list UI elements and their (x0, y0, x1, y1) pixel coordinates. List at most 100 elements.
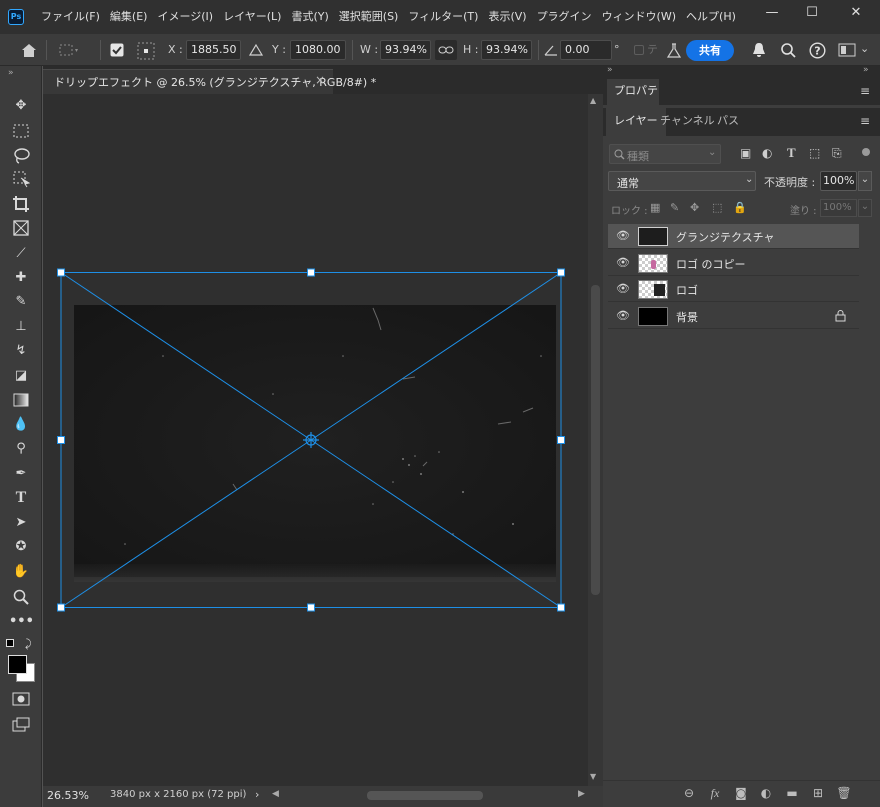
new-layer-icon[interactable]: ⊞ (809, 784, 827, 802)
share-button[interactable]: 共有 (686, 40, 734, 61)
filter-shape-layer-icon[interactable]: ⬚ (809, 146, 820, 160)
menu-file[interactable]: ファイル(F) (36, 0, 105, 34)
filter-toggle-icon[interactable] (862, 148, 870, 156)
layer-row-logo[interactable]: 👁 ロゴ (608, 277, 859, 302)
toolbar-collapse-icon[interactable]: » (8, 68, 14, 78)
eraser-tool-icon[interactable]: ◪ (9, 365, 33, 387)
layer-row-background[interactable]: 👁 背景 (608, 304, 859, 329)
marquee-tool-icon[interactable] (13, 124, 29, 138)
status-info-arrow-icon[interactable]: › (255, 788, 259, 801)
edit-toolbar-icon[interactable]: ••• (9, 611, 34, 633)
delete-layer-trash-icon[interactable]: 🗑 (835, 784, 853, 802)
width-input[interactable]: 93.94% (380, 40, 431, 60)
screen-mode-icon[interactable] (12, 717, 30, 733)
quick-mask-icon[interactable] (12, 692, 30, 706)
brush-tool-icon[interactable]: ✎ (9, 291, 33, 313)
close-window-button[interactable]: ✕ (836, 0, 876, 26)
lab-flask-icon[interactable] (667, 43, 681, 59)
filter-adjustment-layer-icon[interactable]: ◐ (762, 146, 772, 160)
menu-edit[interactable]: 編集(E) (105, 0, 153, 34)
scroll-down-arrow-icon[interactable]: ▼ (590, 772, 596, 781)
panel-collapse-right-icon[interactable]: » (863, 65, 869, 75)
interpolation-checkbox[interactable] (634, 45, 644, 55)
history-brush-tool-icon[interactable]: ↯ (9, 340, 33, 362)
menu-layer[interactable]: レイヤー(L) (218, 0, 286, 34)
scroll-up-arrow-icon[interactable]: ▲ (590, 96, 596, 105)
dodge-tool-icon[interactable]: ⚲ (9, 438, 33, 460)
eyedropper-tool-icon[interactable]: ⟋ (9, 243, 33, 265)
lock-transparent-pixels-icon[interactable]: ▦ (650, 201, 660, 214)
crop-tool-icon[interactable] (12, 195, 30, 213)
foreground-color-swatch[interactable] (8, 655, 27, 674)
new-group-folder-icon[interactable]: ▬ (783, 784, 801, 802)
opacity-chevron-down-icon[interactable]: ⌄ (858, 171, 872, 191)
help-icon[interactable]: ? (809, 42, 826, 59)
workspace-switcher-icon[interactable] (838, 43, 856, 57)
vertical-scroll-thumb[interactable] (591, 285, 600, 595)
add-mask-icon[interactable]: ◙ (732, 784, 750, 802)
relative-position-icon[interactable] (249, 43, 263, 57)
visibility-eye-icon[interactable]: 👁 (616, 309, 630, 323)
transform-tool-preset-icon[interactable] (58, 42, 80, 58)
layer-filter-dropdown[interactable]: 種類 ⌄ (609, 144, 721, 164)
type-tool-icon[interactable]: T (9, 487, 33, 509)
search-icon[interactable] (780, 42, 796, 58)
lock-artboard-icon[interactable]: ⬚ (712, 201, 722, 214)
filter-pixel-layer-icon[interactable]: ▣ (740, 146, 751, 160)
healing-brush-tool-icon[interactable]: ✚ (9, 267, 33, 289)
menu-select[interactable]: 選択範囲(S) (334, 0, 404, 34)
panel-collapse-left-icon[interactable]: » (607, 65, 613, 75)
menu-filter[interactable]: フィルター(T) (403, 0, 483, 34)
hand-tool-icon[interactable]: ✋ (9, 561, 33, 583)
visibility-eye-icon[interactable]: 👁 (616, 229, 630, 243)
home-icon[interactable] (20, 42, 38, 58)
layer-lock-icon[interactable] (835, 310, 846, 322)
menu-plugins[interactable]: プラグイン (532, 0, 597, 34)
visibility-eye-icon[interactable]: 👁 (616, 282, 630, 296)
menu-view[interactable]: 表示(V) (483, 0, 531, 34)
clone-stamp-tool-icon[interactable]: ⊥ (9, 316, 33, 338)
menu-image[interactable]: イメージ(I) (152, 0, 218, 34)
tab-properties[interactable]: プロパティ (607, 79, 659, 121)
x-position-input[interactable]: 1885.50 px (186, 40, 241, 60)
link-layers-icon[interactable]: ⊖ (680, 784, 698, 802)
rotation-angle-input[interactable]: 0.00 (560, 40, 612, 60)
zoom-level[interactable]: 26.53% (47, 789, 89, 802)
height-input[interactable]: 93.94% (481, 40, 532, 60)
visibility-eye-icon[interactable]: 👁 (616, 256, 630, 270)
fill-input[interactable]: 100% (820, 199, 857, 217)
layer-style-fx-icon[interactable]: fx (706, 784, 724, 802)
default-colors-icon[interactable] (6, 639, 14, 647)
notifications-bell-icon[interactable] (751, 42, 767, 58)
properties-panel-menu-icon[interactable]: ≡ (860, 84, 870, 98)
lock-position-icon[interactable]: ✥ (690, 201, 699, 214)
link-aspect-button[interactable] (435, 40, 457, 60)
filter-type-layer-icon[interactable]: T (787, 145, 796, 161)
document-tab[interactable]: ドリップエフェクト @ 26.5% (グランジテクスチャ, RGB/8#) * … (43, 69, 376, 94)
reference-point-grid-icon[interactable] (137, 42, 155, 60)
blur-tool-icon[interactable]: 💧 (9, 414, 33, 436)
document-tab-close-icon[interactable]: × (315, 73, 325, 87)
frame-tool-icon[interactable] (13, 220, 29, 236)
zoom-tool-icon[interactable] (13, 589, 29, 605)
tab-paths[interactable]: パス (709, 108, 747, 136)
menu-type[interactable]: 書式(Y) (286, 0, 333, 34)
pen-tool-icon[interactable]: ✒ (9, 463, 33, 485)
hscroll-left-arrow-icon[interactable]: ◀ (272, 789, 279, 799)
layer-row-logo-copy[interactable]: 👁 ロゴ のコピー (608, 251, 859, 276)
blend-mode-dropdown[interactable]: 通常 ⌄ (608, 171, 756, 191)
swap-colors-icon[interactable]: ⤸ (25, 637, 32, 651)
new-adjustment-layer-icon[interactable]: ◐ (757, 784, 775, 802)
opacity-input[interactable]: 100% (820, 171, 857, 191)
horizontal-scroll-thumb[interactable] (367, 791, 483, 800)
filter-smart-object-icon[interactable]: ⎘ (832, 146, 842, 161)
fill-chevron-down-icon[interactable]: ⌄ (858, 199, 872, 217)
canvas-area[interactable] (43, 94, 588, 786)
custom-shape-tool-icon[interactable]: ✪ (9, 536, 33, 558)
lock-all-icon[interactable]: 🔒 (733, 201, 747, 214)
menu-window[interactable]: ウィンドウ(W) (597, 0, 681, 34)
lock-image-pixels-icon[interactable]: ✎ (670, 201, 679, 214)
gradient-tool-icon[interactable] (13, 393, 29, 407)
lasso-tool-icon[interactable] (13, 147, 30, 164)
y-position-input[interactable]: 1080.00 px (290, 40, 346, 60)
